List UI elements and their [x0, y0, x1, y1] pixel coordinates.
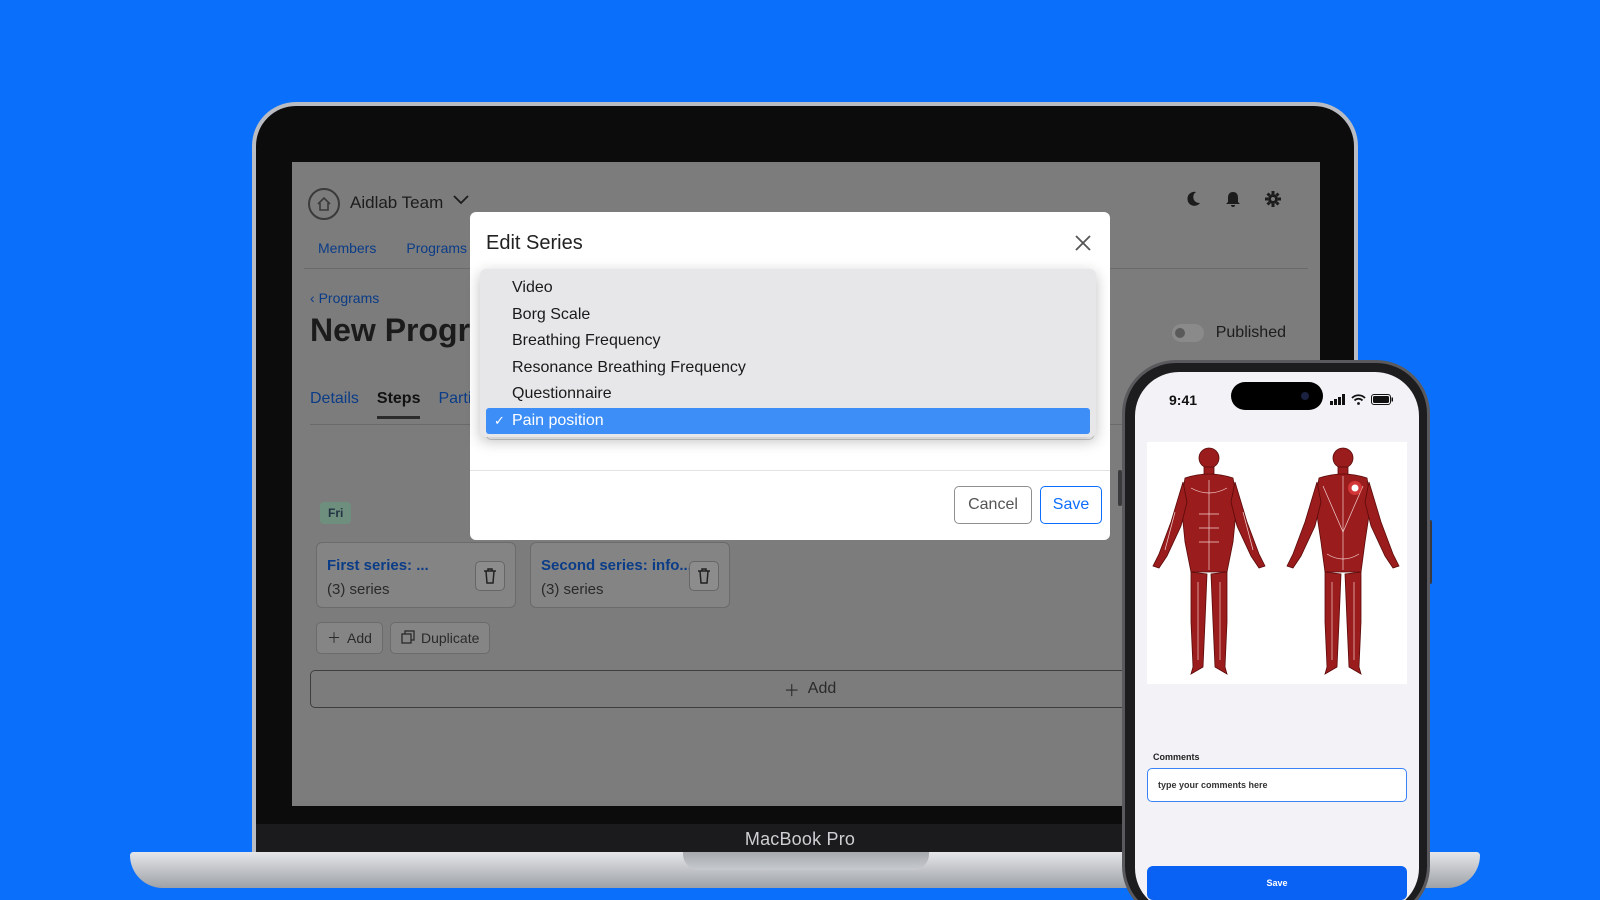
series-type-dropdown: Video Borg Scale Breathing Frequency Res…: [480, 269, 1096, 437]
cancel-button[interactable]: Cancel: [954, 486, 1032, 524]
series-card[interactable]: Second series: info... (3) series: [530, 542, 730, 608]
nav-programs[interactable]: Programs: [406, 240, 467, 256]
save-button[interactable]: Save: [1040, 486, 1102, 524]
battery-icon: [1371, 392, 1393, 410]
comments-label: Comments: [1153, 752, 1200, 762]
duplicate-button[interactable]: Duplicate: [390, 622, 491, 654]
series-title[interactable]: First series: ...: [327, 557, 429, 574]
chevron-down-icon[interactable]: [452, 190, 470, 213]
team-name[interactable]: Aidlab Team: [350, 193, 443, 213]
program-tabs: Details Steps Parti: [310, 390, 471, 419]
plus-icon: ＋: [783, 683, 800, 700]
signal-icon: [1330, 392, 1346, 410]
copy-icon: [401, 629, 415, 647]
trash-icon[interactable]: [689, 561, 719, 591]
series-title[interactable]: Second series: info...: [541, 557, 692, 574]
phone-save-button[interactable]: Save: [1147, 866, 1407, 900]
front-body-figure[interactable]: [1152, 447, 1266, 675]
breadcrumb-programs[interactable]: Programs: [319, 290, 380, 306]
laptop-notch: [683, 852, 929, 870]
published-label: Published: [1215, 324, 1286, 341]
main-nav: Members Programs: [318, 240, 467, 256]
close-icon[interactable]: [1070, 230, 1096, 256]
add-day-label: Add: [807, 680, 837, 697]
modal-footer-divider: [470, 470, 1110, 471]
phone-screen: 9:41 Comments type your comments here Sa…: [1135, 372, 1419, 900]
series-count: (3) series: [327, 581, 390, 598]
tab-details[interactable]: Details: [310, 390, 359, 419]
series-count: (3) series: [541, 581, 604, 598]
modal-title: Edit Series: [486, 232, 583, 254]
back-body-figure[interactable]: [1286, 447, 1400, 675]
page-title: New Progr: [310, 312, 471, 348]
tab-participants[interactable]: Parti: [438, 390, 471, 419]
status-time: 9:41: [1169, 392, 1198, 408]
dropdown-option-borg-scale[interactable]: Borg Scale: [486, 302, 1090, 329]
moon-icon[interactable]: [1184, 190, 1202, 213]
body-map-panel[interactable]: [1147, 442, 1407, 684]
dropdown-option-resonance-breathing-frequency[interactable]: Resonance Breathing Frequency: [486, 355, 1090, 382]
dropdown-option-breathing-frequency[interactable]: Breathing Frequency: [486, 328, 1090, 355]
dropdown-option-label: Pain position: [512, 411, 604, 429]
top-icons: [1184, 190, 1282, 213]
gear-icon[interactable]: [1264, 190, 1282, 213]
check-icon: ✓: [494, 412, 505, 428]
trash-icon[interactable]: [475, 561, 505, 591]
add-label: Add: [347, 630, 372, 646]
add-series-button[interactable]: ＋ Add: [316, 622, 383, 654]
series-card[interactable]: First series: ... (3) series: [316, 542, 516, 608]
dropdown-option-pain-position[interactable]: ✓ Pain position: [486, 407, 1090, 434]
home-icon[interactable]: [308, 188, 340, 220]
wifi-icon: [1351, 392, 1366, 410]
dropdown-option-questionnaire[interactable]: Questionnaire: [486, 381, 1090, 408]
tab-steps[interactable]: Steps: [376, 390, 421, 419]
published-toggle[interactable]: [1171, 324, 1204, 342]
dropdown-option-video[interactable]: Video: [486, 275, 1090, 302]
pain-marker-icon[interactable]: [1348, 481, 1362, 495]
edit-series-modal: Edit Series Video Borg Scale Breathing F…: [470, 212, 1110, 540]
status-icons: [1330, 392, 1393, 410]
plus-icon: ＋: [327, 630, 341, 646]
dynamic-island: [1231, 382, 1323, 410]
day-badge: Fri: [320, 502, 352, 524]
comments-input[interactable]: type your comments here: [1147, 768, 1407, 802]
duplicate-label: Duplicate: [421, 630, 480, 646]
published-toggle-group: Published: [1171, 324, 1286, 342]
nav-members[interactable]: Members: [318, 240, 376, 256]
bell-icon[interactable]: [1224, 190, 1242, 213]
breadcrumb[interactable]: ‹ Programs: [310, 290, 379, 306]
